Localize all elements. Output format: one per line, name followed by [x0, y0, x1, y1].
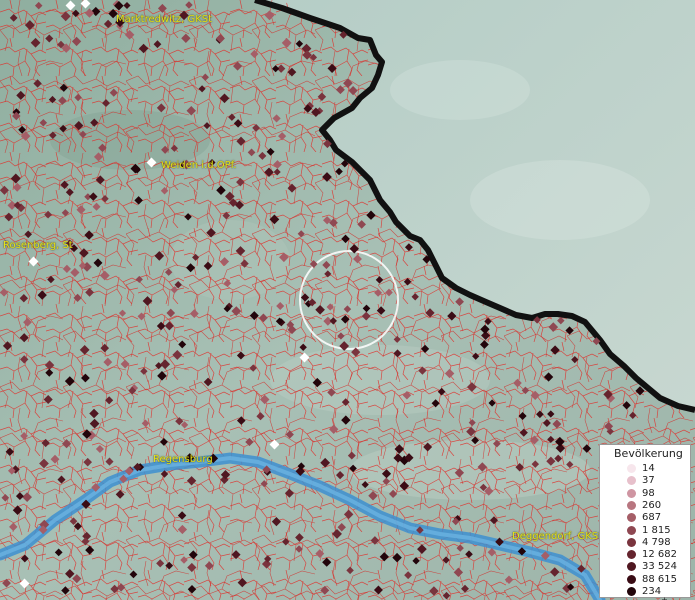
- legend-value: 234 243+: [642, 585, 690, 600]
- legend-item: 234 243+: [600, 585, 690, 600]
- legend-swatch: [627, 476, 636, 486]
- legend-swatch: [627, 500, 636, 510]
- legend-swatch: [627, 525, 636, 535]
- city-label-rosenberg[interactable]: Rosenberg, St: [3, 240, 73, 252]
- legend-swatch: [627, 587, 636, 596]
- legend-swatch: [627, 464, 636, 473]
- legend-item: 1 815: [600, 524, 690, 537]
- legend-swatch: [627, 550, 636, 560]
- legend-swatch: [627, 562, 636, 572]
- map-canvas[interactable]: [0, 0, 695, 600]
- legend-title: Bevölkerung: [614, 447, 683, 460]
- legend-item: 98: [600, 487, 690, 500]
- city-label-marktredwitz[interactable]: Marktredwitz, GKSt: [116, 14, 212, 26]
- city-label-deggendorf[interactable]: Deggendorf, GKSt: [512, 531, 602, 543]
- legend-item: 37: [600, 474, 690, 487]
- city-label-regensburg[interactable]: Regensburg: [153, 454, 213, 466]
- legend-item: 4 798: [600, 536, 690, 549]
- legend-value: 37: [642, 475, 655, 487]
- legend-item: 260: [600, 499, 690, 512]
- legend-value: 260: [642, 499, 662, 511]
- legend-swatch: [627, 574, 636, 584]
- legend-swatch: [627, 488, 636, 498]
- legend-value: 33 524: [642, 561, 677, 573]
- population-legend: Bevölkerung 14 37 98 260 687 1 815 4 798 12 682…: [599, 444, 691, 600]
- legend-item: 33 524: [600, 560, 690, 573]
- legend-item: 14: [600, 462, 690, 475]
- map-view[interactable]: Marktredwitz, GKSt Weiden i.d.OPf. Rosen…: [0, 0, 695, 600]
- city-label-weiden[interactable]: Weiden i.d.OPf.: [161, 160, 237, 172]
- legend-item: 88 615: [600, 573, 690, 586]
- legend-item: 687: [600, 511, 690, 524]
- legend-item: 12 682: [600, 548, 690, 561]
- legend-swatch: [627, 537, 636, 547]
- legend-value: 687: [642, 512, 662, 524]
- legend-value: 88 615: [642, 573, 677, 585]
- legend-swatch: [627, 513, 636, 523]
- legend-value: 14: [642, 463, 655, 474]
- legend-value: 4 798: [642, 536, 671, 548]
- legend-value: 98: [642, 487, 655, 499]
- legend-value: 12 682: [642, 549, 677, 561]
- legend-value: 1 815: [642, 524, 671, 536]
- legend-plus-suffix: +: [661, 596, 668, 600]
